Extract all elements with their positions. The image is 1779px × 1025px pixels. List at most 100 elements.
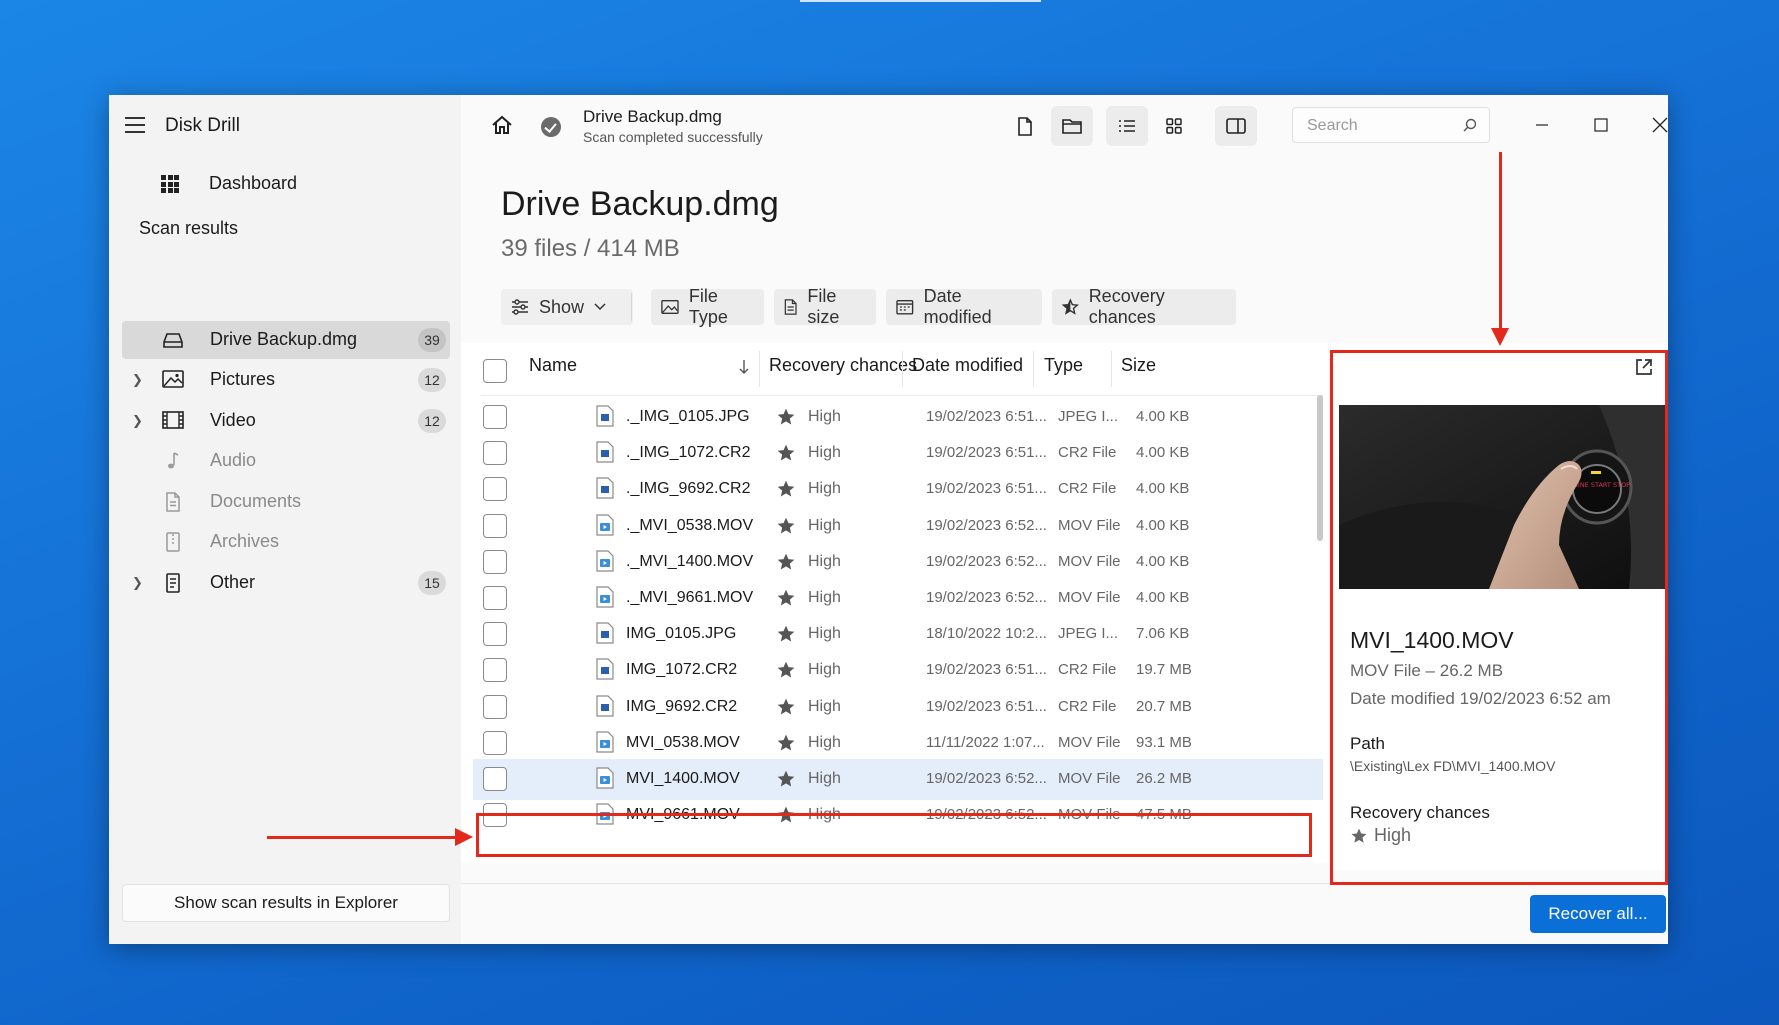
- grid-icon: [161, 175, 179, 193]
- row-checkbox[interactable]: [483, 477, 507, 502]
- sidebar-item-video[interactable]: ❯ Video 12: [122, 402, 450, 440]
- file-type: JPEG I...: [1058, 408, 1119, 425]
- search-input[interactable]: [1305, 116, 1459, 136]
- sidebar-item-audio[interactable]: Audio: [122, 442, 450, 480]
- folder-icon: [1062, 119, 1082, 134]
- list-view-button[interactable]: [1106, 106, 1148, 146]
- file-icon: [162, 573, 184, 593]
- grid-view-button[interactable]: [1153, 106, 1195, 146]
- table-row[interactable]: ._MVI_1400.MOV High 19/02/2023 6:52... MOV …: [473, 542, 1323, 583]
- table-row[interactable]: ._MVI_9661.MOV High 19/02/2023 6:52... MOV …: [473, 578, 1323, 619]
- recovery-chances-filter-label: Recovery chances: [1088, 286, 1165, 327]
- column-divider[interactable]: [1111, 351, 1112, 387]
- sort-arrow-down-icon[interactable]: [739, 359, 749, 375]
- table-row[interactable]: MVI_9661.MOV High 19/02/2023 6:52... MOV Fi…: [473, 795, 1323, 836]
- table-row[interactable]: MVI_1400.MOV High 19/02/2023 6:52... MOV Fi…: [473, 759, 1323, 800]
- select-all-checkbox[interactable]: [483, 359, 507, 383]
- file-type: CR2 File: [1058, 480, 1117, 498]
- table-row[interactable]: ._IMG_0105.JPG High 19/02/2023 6:51... JPEG…: [473, 397, 1323, 438]
- row-checkbox[interactable]: [483, 658, 507, 683]
- search-box[interactable]: [1292, 107, 1490, 143]
- sidebar-item-dashboard[interactable]: Dashboard: [121, 165, 451, 203]
- close-button[interactable]: [1637, 105, 1683, 145]
- side-panel-icon: [1226, 118, 1246, 134]
- folder-view-button[interactable]: [1051, 106, 1093, 146]
- menu-icon[interactable]: [125, 117, 145, 133]
- column-header-date[interactable]: Date modified: [912, 355, 1023, 376]
- table-row[interactable]: MVI_0538.MOV High 11/11/2022 1:07... MOV Fi…: [473, 723, 1323, 764]
- video-preview-thumbnail[interactable]: ENGINE START STOP: [1339, 405, 1665, 589]
- file-size: 4.00 KB: [1136, 516, 1190, 534]
- maximize-button[interactable]: [1578, 105, 1624, 145]
- column-divider[interactable]: [902, 351, 903, 387]
- recovery-chance: High: [808, 444, 841, 462]
- show-in-explorer-button[interactable]: Show scan results in Explorer: [122, 884, 450, 922]
- image-file-icon: [596, 477, 614, 499]
- details-path-label: Path: [1350, 734, 1385, 753]
- file-size: 19.7 MB: [1136, 661, 1192, 679]
- row-checkbox[interactable]: [483, 405, 507, 429]
- row-checkbox[interactable]: [483, 730, 507, 755]
- file-table: Name Recovery chances Date modified Type…: [461, 343, 1328, 863]
- column-divider[interactable]: [1033, 351, 1034, 387]
- file-type-filter[interactable]: File Type: [651, 286, 764, 327]
- minimize-icon: [1536, 124, 1548, 126]
- file-size: 4.00 KB: [1136, 408, 1190, 425]
- chevron-right-icon[interactable]: ❯: [132, 372, 143, 388]
- details-recovery-text: High: [1374, 825, 1412, 845]
- column-header-type[interactable]: Type: [1044, 355, 1083, 376]
- sidebar-item-drive-backup-dmg[interactable]: Drive Backup.dmg 39: [122, 321, 450, 359]
- column-header-recovery[interactable]: Recovery chances: [769, 355, 917, 376]
- filter-divider: [631, 293, 632, 321]
- home-icon[interactable]: [491, 115, 513, 135]
- date-modified: 19/02/2023 6:51...: [926, 408, 1047, 425]
- file-type: MOV File: [1058, 552, 1121, 570]
- count-badge: 12: [418, 409, 446, 433]
- table-row[interactable]: ._IMG_9692.CR2 High 19/02/2023 6:51... CR2 …: [473, 469, 1323, 510]
- file-type-filter-label: File Type: [688, 286, 728, 327]
- row-checkbox[interactable]: [483, 767, 507, 791]
- table-row[interactable]: ._IMG_1072.CR2 High 19/02/2023 6:51... CR2 …: [473, 433, 1323, 474]
- column-header-name[interactable]: Name: [529, 355, 577, 376]
- recovery-chances-filter[interactable]: Recovery chances: [1052, 286, 1236, 327]
- row-checkbox[interactable]: [483, 586, 507, 610]
- date-modified-filter[interactable]: Date modified: [886, 286, 1042, 327]
- date-modified-filter-label: Date modified: [923, 286, 992, 327]
- row-checkbox[interactable]: [483, 694, 507, 719]
- file-size: 26.2 MB: [1136, 770, 1192, 787]
- vertical-scrollbar[interactable]: [1317, 395, 1323, 541]
- row-checkbox[interactable]: [483, 549, 507, 574]
- chevron-right-icon[interactable]: ❯: [132, 575, 143, 591]
- file-view-button[interactable]: [1004, 106, 1046, 146]
- sidebar-item-other[interactable]: ❯ Other 15: [122, 564, 450, 602]
- preview-panel-toggle[interactable]: [1215, 106, 1257, 146]
- table-row[interactable]: IMG_1072.CR2 High 19/02/2023 6:51... CR2 Fi…: [473, 650, 1323, 691]
- show-filter-button[interactable]: Show: [501, 289, 633, 325]
- sidebar-item-documents[interactable]: Documents: [122, 483, 450, 521]
- row-checkbox[interactable]: [483, 513, 507, 538]
- row-checkbox[interactable]: [483, 622, 507, 647]
- chevron-right-icon[interactable]: ❯: [132, 413, 143, 429]
- file-type: MOV File: [1058, 589, 1121, 606]
- header-divider: [481, 395, 1323, 396]
- table-row[interactable]: IMG_9692.CR2 High 19/02/2023 6:51... CR2 Fi…: [473, 687, 1323, 728]
- file-name: MVI_1400.MOV: [626, 770, 740, 787]
- search-icon[interactable]: [1463, 118, 1477, 132]
- sidebar-item-pictures[interactable]: ❯ Pictures 12: [122, 361, 450, 399]
- toolbar-title: Drive Backup.dmg: [583, 107, 722, 126]
- calendar-icon: [896, 299, 914, 315]
- open-external-icon[interactable]: [1634, 357, 1654, 377]
- row-checkbox[interactable]: [483, 803, 507, 828]
- taskbar-accent-line: [800, 0, 1041, 2]
- recover-all-button[interactable]: Recover all...: [1530, 895, 1666, 933]
- table-row[interactable]: IMG_0105.JPG High 18/10/2022 10:2... JPEG I…: [473, 614, 1323, 655]
- column-header-size[interactable]: Size: [1121, 355, 1156, 376]
- sidebar-item-archives[interactable]: Archives: [122, 523, 450, 561]
- file-type: JPEG I...: [1058, 625, 1119, 643]
- table-row[interactable]: ._MVI_0538.MOV High 19/02/2023 6:52... MOV …: [473, 506, 1323, 547]
- column-divider[interactable]: [759, 351, 760, 387]
- minimize-button[interactable]: [1519, 105, 1565, 145]
- date-modified: 19/02/2023 6:51...: [926, 480, 1047, 498]
- row-checkbox[interactable]: [483, 441, 507, 466]
- file-size-filter[interactable]: File size: [774, 286, 876, 327]
